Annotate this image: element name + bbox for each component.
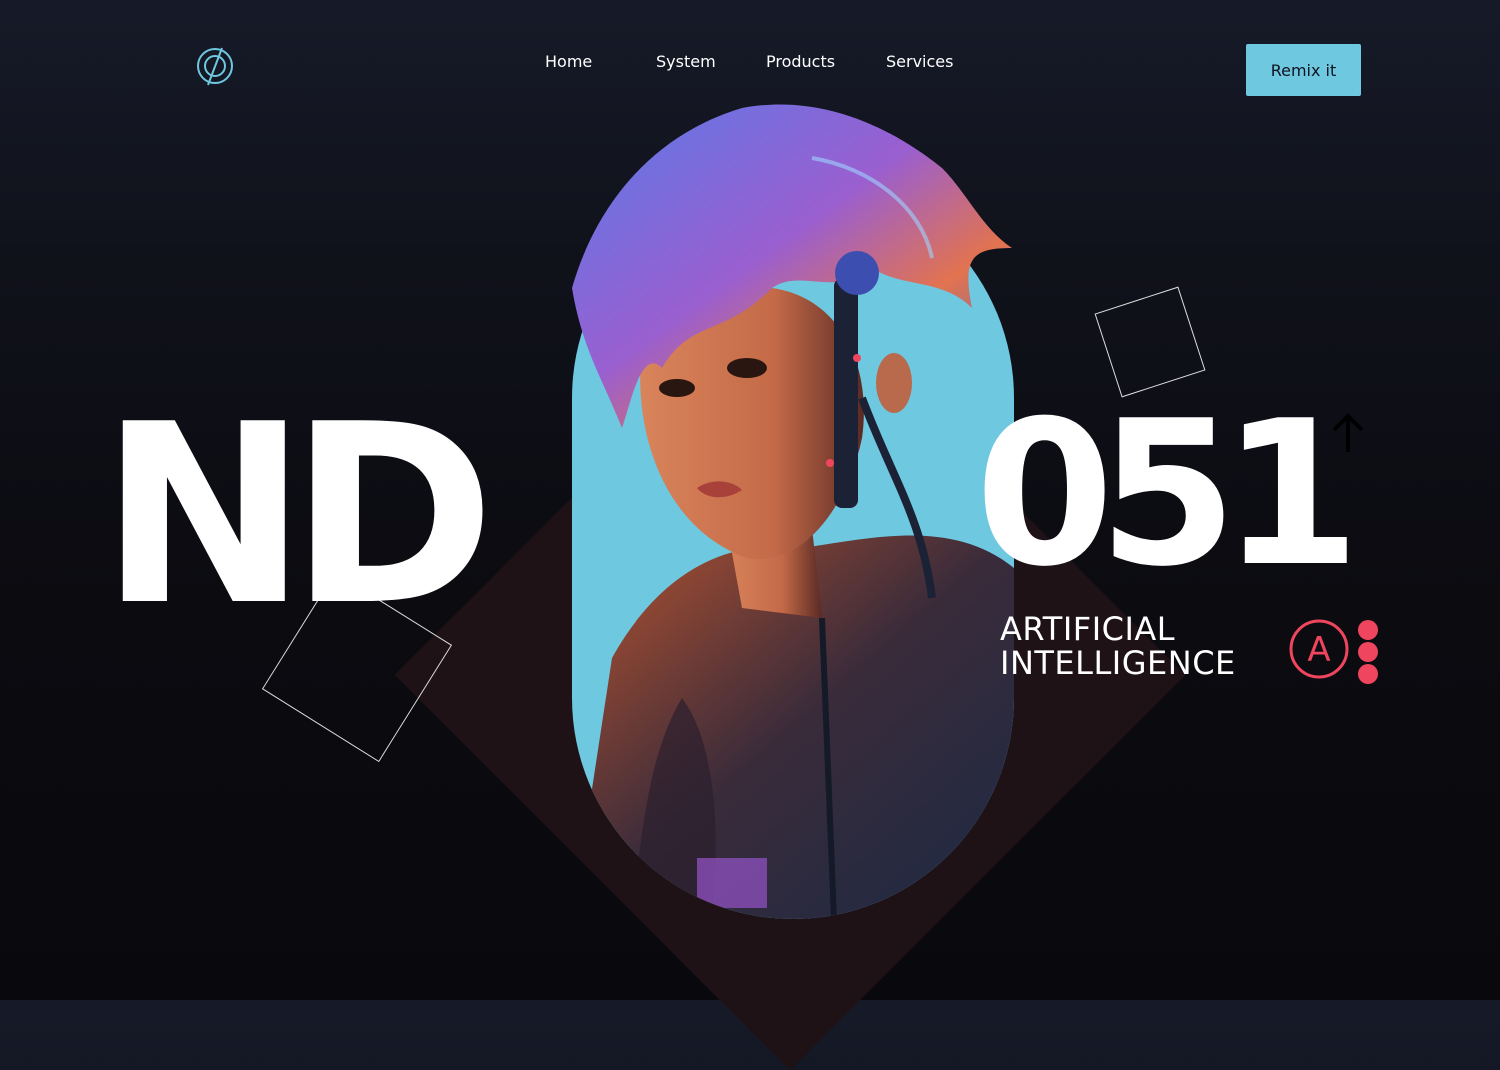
target-ring-icon[interactable] bbox=[196, 46, 236, 86]
hero-title-left: ND bbox=[100, 372, 495, 660]
nav-products[interactable]: Products bbox=[766, 52, 835, 71]
nav-services[interactable]: Services bbox=[886, 52, 953, 71]
remix-button[interactable]: Remix it bbox=[1246, 44, 1361, 96]
cyberpunk-woman-portrait bbox=[572, 98, 1014, 920]
hero-title-right: 051 bbox=[975, 378, 1361, 611]
badge-letter: A bbox=[1307, 630, 1331, 670]
subtitle-line-1: ARTIFICIAL bbox=[1000, 610, 1176, 648]
subtitle-line-2: INTELLIGENCE bbox=[1000, 644, 1236, 682]
arrow-up-icon[interactable] bbox=[1330, 412, 1366, 454]
hero-subtitle: ARTIFICIAL INTELLIGENCE bbox=[1000, 612, 1236, 680]
nav-home[interactable]: Home bbox=[545, 52, 592, 71]
ai-badge: A bbox=[1288, 618, 1388, 684]
nav-system[interactable]: System bbox=[656, 52, 716, 71]
badge-dots bbox=[1358, 620, 1378, 684]
